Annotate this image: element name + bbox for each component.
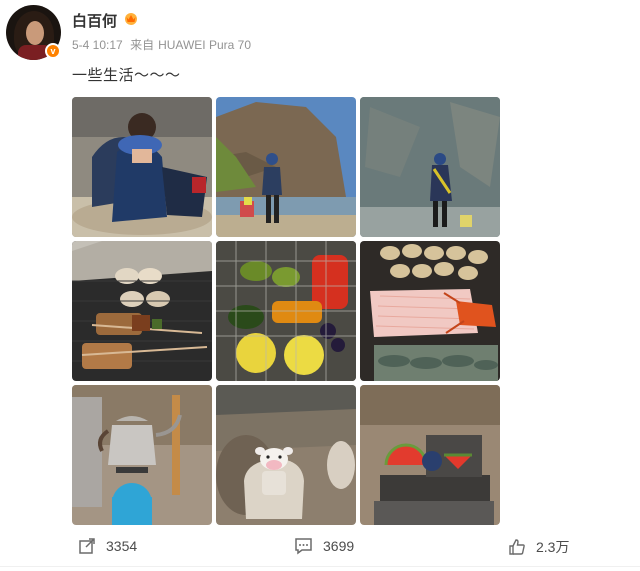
source-prefix: 来自 [130, 38, 155, 52]
action-bar: 3354 3699 2.3万 [0, 530, 640, 564]
photo-9[interactable] [360, 385, 500, 525]
photo-2[interactable] [216, 97, 356, 237]
photo-5[interactable] [216, 241, 356, 381]
like-button[interactable]: 2.3万 [508, 537, 569, 557]
photo-1[interactable] [72, 97, 212, 237]
share-button[interactable]: 3354 [78, 537, 137, 555]
comment-icon [295, 538, 312, 555]
share-count: 3354 [106, 538, 138, 554]
photo-4[interactable] [72, 241, 212, 381]
photo-3[interactable] [360, 97, 500, 237]
post-date[interactable]: 5-4 10:17 [72, 38, 123, 52]
verified-badge-icon: v [45, 43, 61, 59]
comment-count: 3699 [323, 538, 355, 554]
photo-7[interactable] [72, 385, 212, 525]
divider [0, 566, 640, 567]
source-device[interactable]: HUAWEI Pura 70 [158, 38, 251, 52]
comment-button[interactable]: 3699 [294, 537, 354, 555]
post-text: 一些生活～～～ [72, 67, 181, 84]
weibo-post: v 白百何 5-4 10:17 来自 HUAWEI Pura 70 一些生活～～～ [0, 0, 640, 571]
like-count: 2.3万 [536, 539, 570, 555]
share-icon [79, 538, 95, 554]
photo-6[interactable] [360, 241, 500, 381]
photo-grid [72, 97, 500, 525]
thumbs-up-icon [509, 539, 525, 555]
post-meta: 5-4 10:17 来自 HUAWEI Pura 70 [72, 36, 255, 53]
username[interactable]: 白百何 [72, 10, 117, 31]
member-crown-icon[interactable] [123, 10, 139, 26]
photo-8[interactable] [216, 385, 356, 525]
